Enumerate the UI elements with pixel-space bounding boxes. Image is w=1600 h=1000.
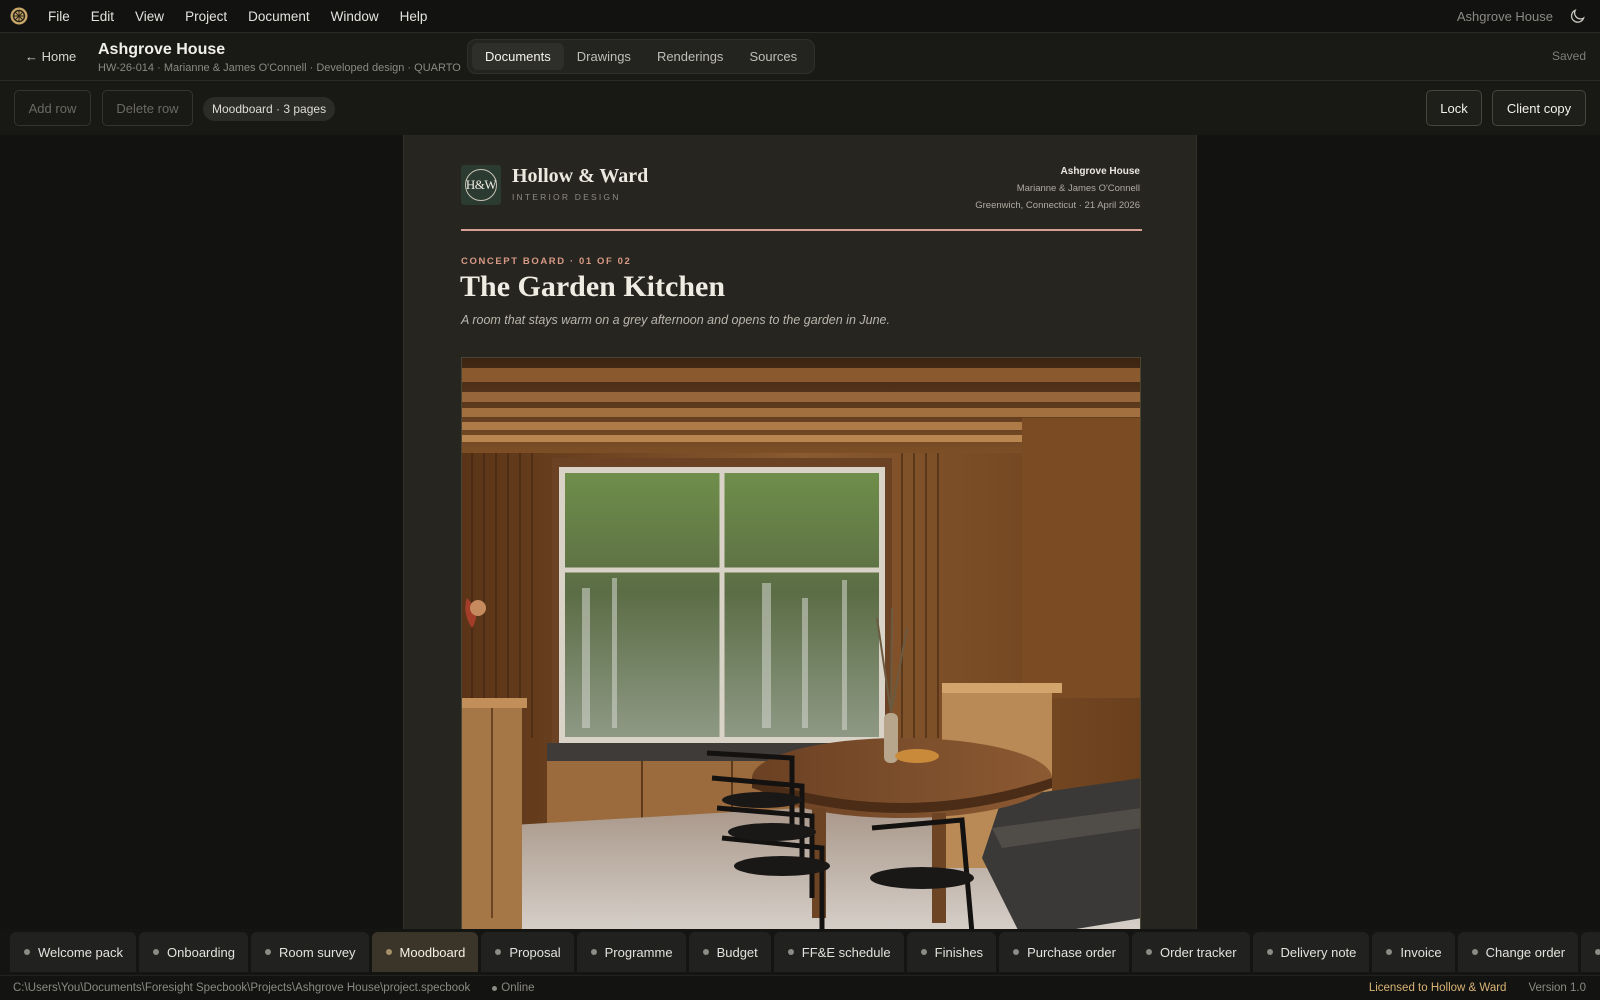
version-label: Version 1.0 xyxy=(1528,982,1586,994)
save-status: Saved xyxy=(1551,49,1586,63)
menu-window[interactable]: Window xyxy=(331,9,379,24)
project-path: C:\Users\You\Documents\Foresight Specboo… xyxy=(13,982,471,994)
doc-tab-label: Invoice xyxy=(1400,944,1442,960)
client-copy-button[interactable]: Client copy xyxy=(1492,90,1586,126)
doc-tab-finishes[interactable]: Finishes xyxy=(906,932,997,972)
doc-tab-label: Order tracker xyxy=(1159,944,1237,960)
menu-view[interactable]: View xyxy=(135,9,164,24)
doc-tab-label: Finishes xyxy=(934,944,984,960)
meta-project: Ashgrove House xyxy=(1060,166,1140,177)
dot-icon xyxy=(264,949,271,955)
document-canvas[interactable]: H&W Hollow & Ward INTERIOR DESIGN Ashgro… xyxy=(0,135,1600,929)
brand-name: Hollow & Ward xyxy=(512,165,649,187)
doc-tab-label: Change order xyxy=(1485,944,1566,960)
document-pill: Moodboard · 3 pages xyxy=(203,97,336,121)
doc-tab-label: Purchase order xyxy=(1027,944,1116,960)
menu-file[interactable]: File xyxy=(48,9,70,24)
status-bar: C:\Users\You\Documents\Foresight Specboo… xyxy=(0,975,1600,1000)
doc-tab-order-tracker[interactable]: Order tracker xyxy=(1131,932,1250,972)
dot-icon xyxy=(1386,949,1393,955)
project-header: ← Home Ashgrove House HW-26-014 · Marian… xyxy=(0,33,1600,81)
doc-tab-label: Moodboard xyxy=(399,944,466,960)
menu-document[interactable]: Document xyxy=(248,9,310,24)
dot-icon xyxy=(1145,949,1152,955)
dot-icon xyxy=(492,985,498,991)
doc-tab-moodboard[interactable]: Moodboard xyxy=(371,932,479,972)
doc-tab-label: FF&E schedule xyxy=(801,944,891,960)
monogram-text: H&W xyxy=(465,169,497,201)
doc-tab-label: Budget xyxy=(716,944,758,960)
document-lede: A room that stays warm on a grey afterno… xyxy=(461,313,890,327)
doc-tab-label: Proposal xyxy=(509,944,561,960)
connection-status: Online xyxy=(492,982,535,994)
doc-tab-label: Room survey xyxy=(278,944,356,960)
brand-tagline: INTERIOR DESIGN xyxy=(512,192,621,202)
meta-client: Marianne & James O'Connell xyxy=(1016,183,1140,194)
doc-tab-programme[interactable]: Programme xyxy=(576,932,686,972)
project-subtitle: HW-26-014 · Marianne & James O'Connell ·… xyxy=(98,62,461,74)
home-link[interactable]: ← Home xyxy=(25,49,76,64)
concept-kicker: CONCEPT BOARD · 01 OF 02 xyxy=(461,256,632,267)
doc-tab-label: Delivery note xyxy=(1280,944,1357,960)
document-tab-strip: Welcome pack Onboarding Room survey Mood… xyxy=(0,929,1600,975)
meta-place-date: Greenwich, Connecticut · 21 April 2026 xyxy=(975,200,1140,211)
doc-tab-invoice[interactable]: Invoice xyxy=(1372,932,1455,972)
doc-tab-delivery-note[interactable]: Delivery note xyxy=(1252,932,1370,972)
dot-icon xyxy=(1266,949,1273,955)
doc-tab-label: Programme xyxy=(604,944,673,960)
doc-tab-ffe-schedule[interactable]: FF&E schedule xyxy=(773,932,904,972)
menu-project[interactable]: Project xyxy=(185,9,227,24)
tab-sources[interactable]: Sources xyxy=(736,43,810,70)
add-row-button[interactable]: Add row xyxy=(14,90,91,126)
dot-icon xyxy=(1013,949,1020,955)
dot-icon xyxy=(590,949,597,955)
doc-tab-purchase-order[interactable]: Purchase order xyxy=(999,932,1129,972)
doc-tab-welcome-pack[interactable]: Welcome pack xyxy=(10,932,137,972)
dot-icon xyxy=(1595,949,1600,955)
document-page: H&W Hollow & Ward INTERIOR DESIGN Ashgro… xyxy=(403,135,1197,929)
lock-button[interactable]: Lock xyxy=(1426,90,1482,126)
dot-icon xyxy=(495,949,502,955)
dot-icon xyxy=(920,949,927,955)
tab-documents[interactable]: Documents xyxy=(472,43,564,70)
dot-icon xyxy=(702,949,709,955)
delete-row-button[interactable]: Delete row xyxy=(102,90,193,126)
kitchen-photo[interactable] xyxy=(461,357,1141,929)
tab-renderings[interactable]: Renderings xyxy=(644,43,737,70)
tab-drawings[interactable]: Drawings xyxy=(564,43,644,70)
doc-tab-budget[interactable]: Budget xyxy=(688,932,771,972)
dot-icon xyxy=(153,949,160,955)
online-label: Online xyxy=(501,982,535,994)
window-title: Ashgrove House xyxy=(1456,8,1553,24)
dot-icon xyxy=(385,949,392,955)
dot-icon xyxy=(24,949,30,955)
kitchen-photo-illustration xyxy=(462,358,1140,929)
menu-bar: File Edit View Project Document Window H… xyxy=(0,0,1600,33)
doc-tab-label: Welcome pack xyxy=(38,944,124,960)
brand-monogram: H&W xyxy=(461,165,501,205)
doc-tab-change-order[interactable]: Change order xyxy=(1457,932,1579,972)
doc-tab-proposal[interactable]: Proposal xyxy=(481,932,574,972)
doc-tab-room-survey[interactable]: Room survey xyxy=(250,932,369,972)
dot-icon xyxy=(1471,949,1478,955)
menu-help[interactable]: Help xyxy=(400,9,428,24)
menu-edit[interactable]: Edit xyxy=(91,9,114,24)
app-logo-icon[interactable] xyxy=(10,7,28,25)
toolbar: Add row Delete row Moodboard · 3 pages L… xyxy=(0,81,1600,135)
moon-icon[interactable] xyxy=(1570,8,1586,24)
doc-tab-label: Onboarding xyxy=(167,944,235,960)
project-title: Ashgrove House xyxy=(98,41,226,58)
license-label: Licensed to Hollow & Ward xyxy=(1368,982,1507,994)
doc-tab-onboarding[interactable]: Onboarding xyxy=(139,932,248,972)
document-meta: Ashgrove House Marianne & James O'Connel… xyxy=(975,166,1140,211)
header-rule xyxy=(461,229,1142,231)
document-title: The Garden Kitchen xyxy=(460,270,726,303)
doc-tab-overflow[interactable] xyxy=(1581,932,1600,972)
view-tabs: Documents Drawings Renderings Sources xyxy=(467,39,815,74)
dot-icon xyxy=(787,949,794,955)
